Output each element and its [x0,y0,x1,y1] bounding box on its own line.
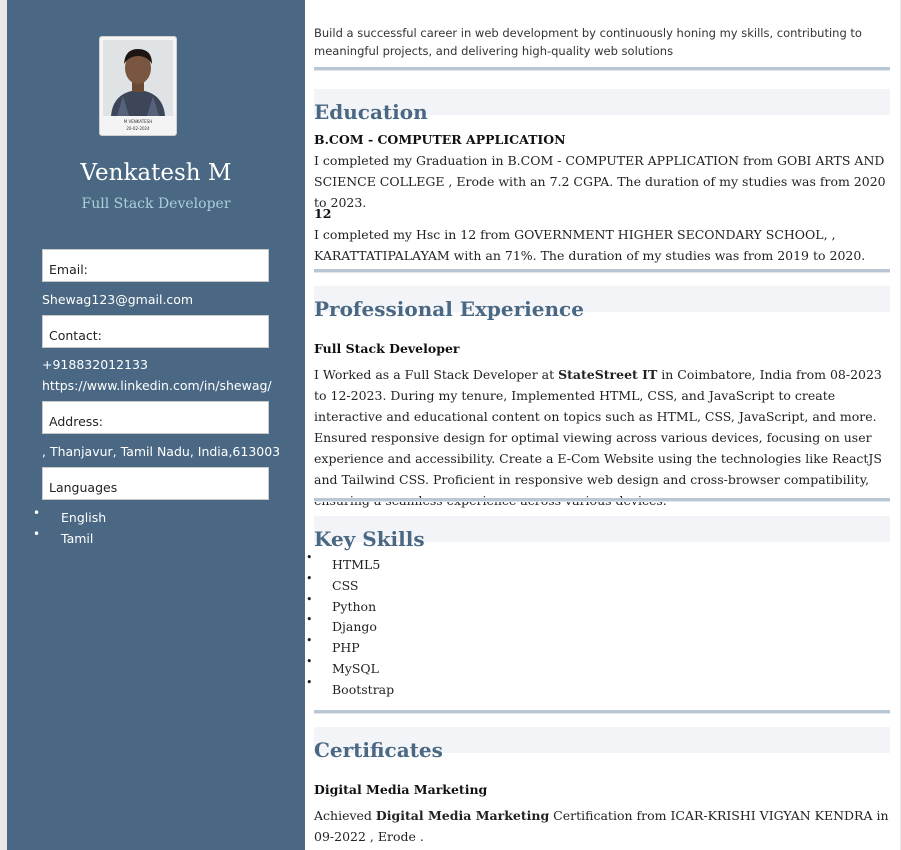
contact-label: Contact: [49,328,102,343]
experience-description: I Worked as a Full Stack Developer at St… [314,367,882,508]
education-description: I completed my Graduation in B.COM - COM… [314,153,886,210]
candidate-name: Venkatesh M [80,160,232,186]
address-value: , Thanjavur, Tamil Nadu, India,613003 [42,444,281,459]
divider [314,498,890,502]
divider [314,710,890,714]
bullet-icon: • [306,613,313,626]
certificates-heading: Certificates [314,738,443,762]
education-description: I completed my Hsc in 12 from GOVERNMENT… [314,227,866,263]
company-name: StateStreet IT [558,367,658,382]
certificate-description: Achieved Digital Media Marketing Certifi… [314,808,889,844]
certificates-heading-bar: Certificates [314,727,890,762]
email-label-box: Email: [42,249,269,282]
bullet-icon: • [306,572,313,585]
certificate-name: Digital Media Marketing [375,808,550,823]
bullet-icon: • [306,551,313,564]
bullet-icon: • [33,506,41,520]
divider [314,67,890,71]
linkedin-link[interactable]: https://www.linkedin.com/in/shewag/ [42,378,272,393]
career-objective: Build a successful career in web develop… [314,26,862,58]
education-degree: 12 [314,206,332,221]
education-heading: Education [314,100,428,124]
sidebar: M VENKATESH 20-02-2024 Venkatesh M Full … [7,0,305,850]
languages-label-box: Languages [42,467,269,500]
photo-caption-name: M VENKATESH [123,119,153,124]
skills-heading: Key Skills [314,527,425,551]
email-value[interactable]: Shewag123@gmail.com [42,292,193,307]
education-heading-bar: Education [314,89,890,124]
bullet-icon: • [306,655,313,668]
skills-heading-bar: Key Skills [314,516,890,551]
address-label: Address: [49,414,103,429]
experience-heading: Professional Experience [314,297,584,321]
bullet-icon: • [306,676,313,689]
email-label: Email: [49,262,88,277]
profile-photo-image [103,40,173,116]
certificate-title: Digital Media Marketing [314,782,488,797]
bullet-icon: • [306,593,313,606]
bullet-icon: • [306,634,313,647]
bullet-icon: • [33,527,41,541]
photo-caption-date: 20-02-2024 [126,126,150,131]
languages-label: Languages [49,480,118,495]
experience-heading-bar: Professional Experience [314,286,890,321]
phone-value[interactable]: +918832012133 [42,357,148,372]
divider [314,269,890,273]
contact-label-box: Contact: [42,315,269,348]
profile-photo: M VENKATESH 20-02-2024 [99,36,177,136]
candidate-role: Full Stack Developer [81,196,231,212]
address-label-box: Address: [42,401,269,434]
resume-page: M VENKATESH 20-02-2024 Venkatesh M Full … [7,0,900,850]
education-degree: B.COM - COMPUTER APPLICATION [314,132,566,147]
experience-title: Full Stack Developer [314,341,460,356]
